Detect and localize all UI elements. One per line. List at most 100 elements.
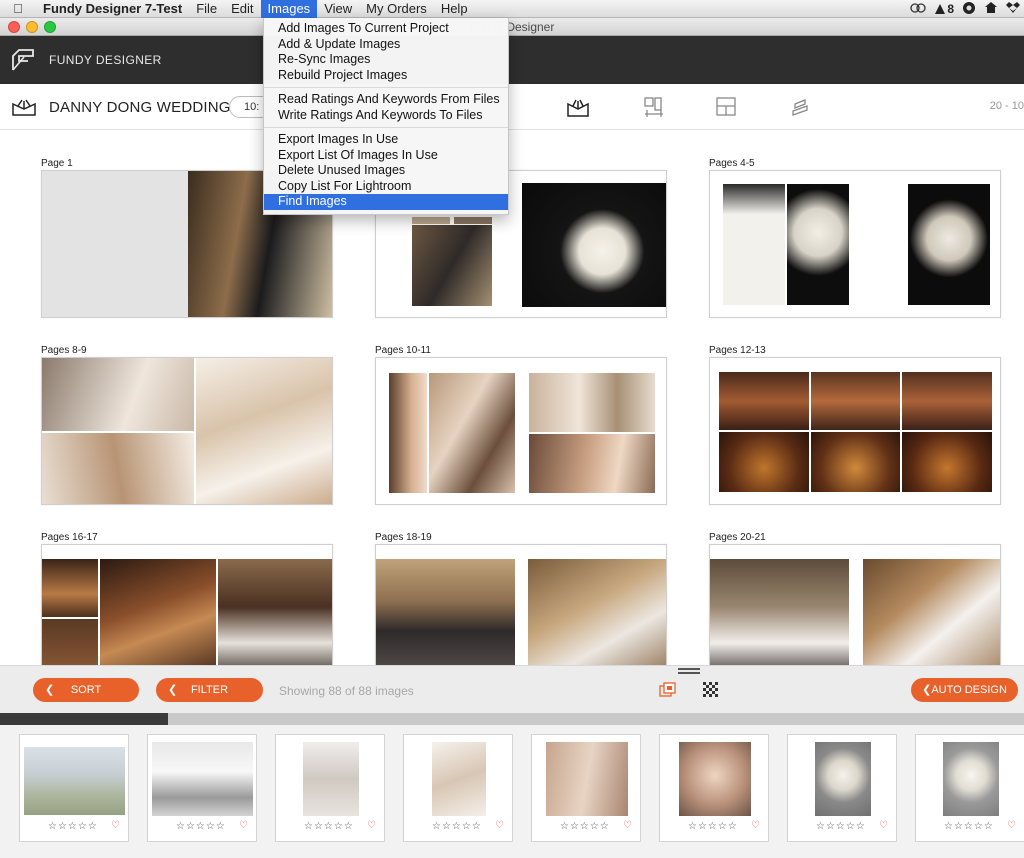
window-titlebar: Fundy Designer — [0, 18, 1024, 36]
page-count: 20 - 10 — [989, 100, 1024, 112]
menu-item-add-update-images[interactable]: Add & Update Images — [264, 37, 508, 53]
menu-app-name[interactable]: Fundy Designer 7-Test — [36, 0, 189, 18]
bridal-party-photo — [376, 559, 515, 665]
window-title: Fundy Designer — [469, 20, 555, 34]
menu-my-orders[interactable]: My Orders — [359, 0, 434, 18]
menu-item-delete-unused-images[interactable]: Delete Unused Images — [264, 163, 508, 179]
church-interior-photo — [902, 432, 992, 492]
menu-bar:  Fundy Designer 7-Test File Edit Images… — [0, 0, 1024, 18]
bouquet-photo — [815, 742, 871, 816]
hall-photo — [152, 742, 253, 816]
album-icon[interactable] — [11, 97, 37, 117]
star-rating[interactable]: ☆☆☆☆☆ — [688, 821, 738, 832]
spread-canvas[interactable] — [709, 170, 1001, 318]
small-photo-strip — [454, 217, 492, 224]
heart-icon[interactable]: ♡ — [367, 820, 376, 831]
star-rating[interactable]: ☆☆☆☆☆ — [48, 821, 98, 832]
auto-design-button[interactable]: ❮AUTO DESIGN — [911, 678, 1018, 702]
couple-veil-photo — [863, 559, 1000, 665]
star-rating[interactable]: ☆☆☆☆☆ — [816, 821, 866, 832]
heart-icon[interactable]: ♡ — [495, 820, 504, 831]
adobe-icon[interactable]: 8 — [934, 2, 954, 16]
getting-ready-photo — [432, 742, 486, 816]
filter-button[interactable]: ❮ FILTER — [156, 678, 263, 702]
menu-view[interactable]: View — [317, 0, 359, 18]
thumbnail[interactable]: ☆☆☆☆☆ ♡ — [659, 734, 769, 842]
album-view-icon[interactable] — [566, 96, 590, 118]
dropbox-icon[interactable] — [1006, 1, 1020, 17]
heart-icon[interactable]: ♡ — [751, 820, 760, 831]
ceremony-photo — [811, 372, 900, 430]
star-rating[interactable]: ☆☆☆☆☆ — [176, 821, 226, 832]
heart-icon[interactable]: ♡ — [239, 820, 248, 831]
spread-canvas[interactable] — [41, 357, 333, 505]
filmstrip-scroll-thumb[interactable] — [168, 713, 1024, 725]
star-rating[interactable]: ☆☆☆☆☆ — [560, 821, 610, 832]
heart-icon[interactable]: ♡ — [879, 820, 888, 831]
menu-item-copy-list-for-lightroom[interactable]: Copy List For Lightroom — [264, 179, 508, 195]
menu-file[interactable]: File — [189, 0, 224, 18]
menu-separator — [264, 127, 508, 128]
spread-label: Pages 20-21 — [709, 532, 766, 543]
spread-canvas[interactable] — [709, 544, 1001, 665]
home-icon[interactable] — [984, 1, 998, 17]
sort-label: SORT — [70, 684, 102, 696]
venue-photo — [24, 747, 125, 815]
spread-label: Pages 16-17 — [41, 532, 98, 543]
couple-celebration-photo — [218, 559, 332, 665]
proof-book-icon[interactable] — [788, 96, 812, 118]
sort-button[interactable]: ❮ SORT — [33, 678, 139, 702]
spread-canvas[interactable] — [375, 357, 667, 505]
thumbnail[interactable]: ☆☆☆☆☆ ♡ — [787, 734, 897, 842]
menu-item-re-sync-images[interactable]: Re-Sync Images — [264, 52, 508, 68]
star-rating[interactable]: ☆☆☆☆☆ — [304, 821, 354, 832]
thumbnail[interactable]: ☆☆☆☆☆ ♡ — [531, 734, 641, 842]
star-rating[interactable]: ☆☆☆☆☆ — [432, 821, 482, 832]
thumbnail[interactable]: ☆☆☆☆☆ ♡ — [915, 734, 1024, 842]
images-menu-dropdown: Add Images To Current Project Add & Upda… — [263, 18, 509, 215]
heart-icon[interactable]: ♡ — [1007, 820, 1016, 831]
grid-toggle-icon[interactable] — [702, 681, 720, 699]
heart-icon[interactable]: ♡ — [111, 820, 120, 831]
menu-item-find-images[interactable]: Find Images — [264, 194, 508, 210]
thumbnail[interactable]: ☆☆☆☆☆ ♡ — [403, 734, 513, 842]
couple-photo — [42, 559, 98, 617]
hands-photo — [42, 433, 194, 504]
spread-canvas[interactable] — [375, 544, 667, 665]
stacked-images-icon[interactable] — [659, 682, 677, 698]
bouquet-photo — [522, 183, 666, 307]
security-icon[interactable] — [962, 1, 976, 18]
menu-images[interactable]: Images — [260, 0, 318, 18]
menu-item-read-ratings-keywords[interactable]: Read Ratings And Keywords From Files — [264, 92, 508, 108]
star-rating[interactable]: ☆☆☆☆☆ — [944, 821, 994, 832]
spreads-grid: Page 1 Pages 4-5 Pages 8-9 Pages 10-11 P… — [0, 131, 1024, 665]
heart-icon[interactable]: ♡ — [623, 820, 632, 831]
bride-getting-ready-photo — [42, 358, 194, 431]
thumbnail[interactable]: ☆☆☆☆☆ ♡ — [275, 734, 385, 842]
church-interior-photo — [719, 432, 809, 492]
thumbnail[interactable]: ☆☆☆☆☆ ♡ — [147, 734, 257, 842]
card-designer-icon[interactable] — [714, 96, 738, 118]
filmstrip-scroll-track[interactable] — [0, 713, 1024, 725]
menu-item-rebuild-project-images[interactable]: Rebuild Project Images — [264, 68, 508, 84]
wall-designer-icon[interactable] — [642, 96, 666, 118]
cloud-sync-icon[interactable] — [910, 2, 926, 17]
thumbnail[interactable]: ☆☆☆☆☆ ♡ — [19, 734, 129, 842]
spread-canvas[interactable] — [41, 544, 333, 665]
menu-help[interactable]: Help — [434, 0, 475, 18]
couple-photo — [42, 619, 98, 665]
menu-item-export-list-of-images[interactable]: Export List Of Images In Use — [264, 148, 508, 164]
menu-item-add-images-to-current-project[interactable]: Add Images To Current Project — [264, 21, 508, 37]
menu-item-write-ratings-keywords[interactable]: Write Ratings And Keywords To Files — [264, 108, 508, 124]
image-count-text: Showing 88 of 88 images — [279, 684, 414, 698]
apple-menu-icon[interactable]:  — [0, 1, 36, 16]
spread-canvas[interactable] — [709, 357, 1001, 505]
bride-closeup-photo — [389, 373, 427, 493]
chevron-left-icon: ❮ — [922, 684, 932, 696]
project-bar: DANNY DONG WEDDING 10: 20 - 10 — [0, 84, 1024, 130]
menu-item-export-images-in-use[interactable]: Export Images In Use — [264, 132, 508, 148]
resize-handle[interactable] — [678, 668, 700, 674]
menu-edit[interactable]: Edit — [224, 0, 260, 18]
couple-embrace-photo — [100, 559, 216, 665]
spread-label: Pages 12-13 — [709, 345, 766, 356]
